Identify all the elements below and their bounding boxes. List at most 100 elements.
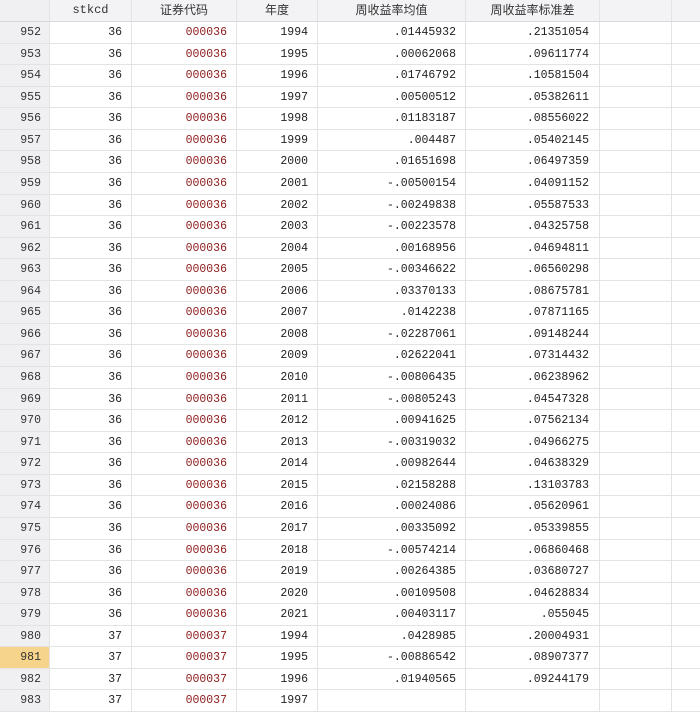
cell-empty[interactable] [672,87,700,108]
cell-security-code[interactable]: 000036 [132,345,237,366]
cell-security-code[interactable]: 000036 [132,108,237,129]
cell-year[interactable]: 2019 [237,561,318,582]
row-number[interactable]: 964 [0,280,50,302]
cell-year[interactable]: 1996 [237,668,318,690]
cell-empty[interactable] [672,195,700,216]
cell-mean[interactable]: -.00574214 [318,539,466,561]
cell-empty[interactable] [600,216,672,237]
cell-security-code[interactable]: 000036 [132,259,237,280]
cell-mean[interactable]: .01651698 [318,151,466,172]
cell-sd[interactable]: .09148244 [466,323,600,345]
row-number[interactable]: 961 [0,216,50,237]
cell-security-code[interactable]: 000036 [132,237,237,259]
row-number[interactable]: 953 [0,43,50,65]
cell-empty[interactable] [600,410,672,431]
cell-stkcd[interactable]: 36 [50,129,132,151]
row-number[interactable]: 967 [0,345,50,366]
cell-empty[interactable] [600,280,672,302]
cell-sd[interactable]: .04325758 [466,216,600,237]
cell-stkcd[interactable]: 36 [50,367,132,388]
cell-year[interactable]: 1995 [237,43,318,65]
table-row[interactable]: 974 36 000036 2016.00024086.05620961 [0,496,700,518]
cell-empty[interactable] [600,561,672,582]
table-row[interactable]: 952 36 000036 1994.01445932.21351054 [0,22,700,44]
cell-empty[interactable] [600,668,672,690]
cell-sd[interactable]: .06860468 [466,539,600,561]
cell-empty[interactable] [600,43,672,65]
cell-security-code[interactable]: 000036 [132,388,237,410]
row-number[interactable]: 972 [0,453,50,474]
cell-empty[interactable] [672,345,700,366]
row-number[interactable]: 955 [0,86,50,108]
row-number[interactable]: 952 [0,22,50,43]
cell-year[interactable]: 2011 [237,388,318,410]
row-number[interactable]: 982 [0,668,50,690]
cell-mean[interactable]: .00403117 [318,604,466,625]
cell-security-code[interactable]: 000036 [132,496,237,517]
row-number[interactable]: 966 [0,323,50,345]
cell-empty[interactable] [600,647,672,668]
table-row[interactable]: 964 36 000036 2006.03370133.08675781 [0,280,700,303]
cell-empty[interactable] [600,323,672,345]
cell-empty[interactable] [600,474,672,496]
row-number[interactable]: 977 [0,561,50,582]
cell-empty[interactable] [600,129,672,151]
cell-stkcd[interactable]: 36 [50,302,132,323]
cell-mean[interactable]: .0428985 [318,625,466,647]
cell-empty[interactable] [672,604,700,625]
cell-empty[interactable] [600,453,672,474]
cell-year[interactable]: 1996 [237,65,318,86]
cell-mean[interactable]: .02158288 [318,474,466,496]
cell-year[interactable]: 2013 [237,431,318,453]
cell-security-code[interactable]: 000036 [132,280,237,302]
cell-year[interactable]: 2018 [237,539,318,561]
row-number[interactable]: 954 [0,65,50,86]
cell-security-code[interactable]: 000036 [132,539,237,561]
cell-year[interactable]: 2010 [237,367,318,388]
cell-empty[interactable] [672,496,700,517]
cell-security-code[interactable]: 000036 [132,367,237,388]
cell-year[interactable]: 1998 [237,108,318,129]
cell-stkcd[interactable]: 36 [50,539,132,561]
cell-sd[interactable]: .21351054 [466,22,600,43]
cell-year[interactable]: 2014 [237,453,318,474]
cell-year[interactable]: 2001 [237,172,318,194]
table-row[interactable]: 967 36 000036 2009.02622041.07314432 [0,345,700,367]
cell-security-code[interactable]: 000036 [132,172,237,194]
cell-empty[interactable] [672,216,700,237]
cell-empty[interactable] [600,237,672,259]
cell-stkcd[interactable]: 36 [50,345,132,366]
cell-security-code[interactable]: 000037 [132,625,237,647]
cell-mean[interactable]: .004487 [318,129,466,151]
table-row[interactable]: 968 36 000036 2010 -.00806435.06238962 [0,367,700,389]
cell-stkcd[interactable]: 36 [50,108,132,129]
cell-mean[interactable]: -.00319032 [318,431,466,453]
cell-year[interactable]: 2005 [237,259,318,280]
cell-security-code[interactable]: 000036 [132,410,237,431]
cell-mean[interactable]: -.00806435 [318,367,466,388]
cell-empty[interactable] [672,130,700,151]
table-row[interactable]: 981 37 000037 1995 -.00886542.08907377 [0,647,700,669]
cell-stkcd[interactable]: 36 [50,453,132,474]
cell-empty[interactable] [672,108,700,129]
cell-mean[interactable]: .0142238 [318,302,466,323]
cell-security-code[interactable]: 000036 [132,517,237,539]
cell-empty[interactable] [600,517,672,539]
cell-year[interactable]: 2016 [237,496,318,517]
cell-sd[interactable]: .06560298 [466,259,600,280]
cell-security-code[interactable]: 000036 [132,151,237,172]
row-number[interactable]: 979 [0,604,50,625]
cell-sd[interactable]: .20004931 [466,625,600,647]
cell-year[interactable]: 1994 [237,22,318,43]
cell-sd[interactable]: .09611774 [466,43,600,65]
cell-empty[interactable] [672,410,700,431]
cell-year[interactable]: 2009 [237,345,318,366]
cell-mean[interactable]: .01183187 [318,108,466,129]
cell-sd[interactable]: .04638329 [466,453,600,474]
cell-empty[interactable] [672,561,700,582]
cell-stkcd[interactable]: 37 [50,625,132,647]
cell-year[interactable]: 2015 [237,474,318,496]
cell-security-code[interactable]: 000037 [132,647,237,668]
cell-sd[interactable]: .04547328 [466,388,600,410]
cell-empty[interactable] [672,453,700,474]
